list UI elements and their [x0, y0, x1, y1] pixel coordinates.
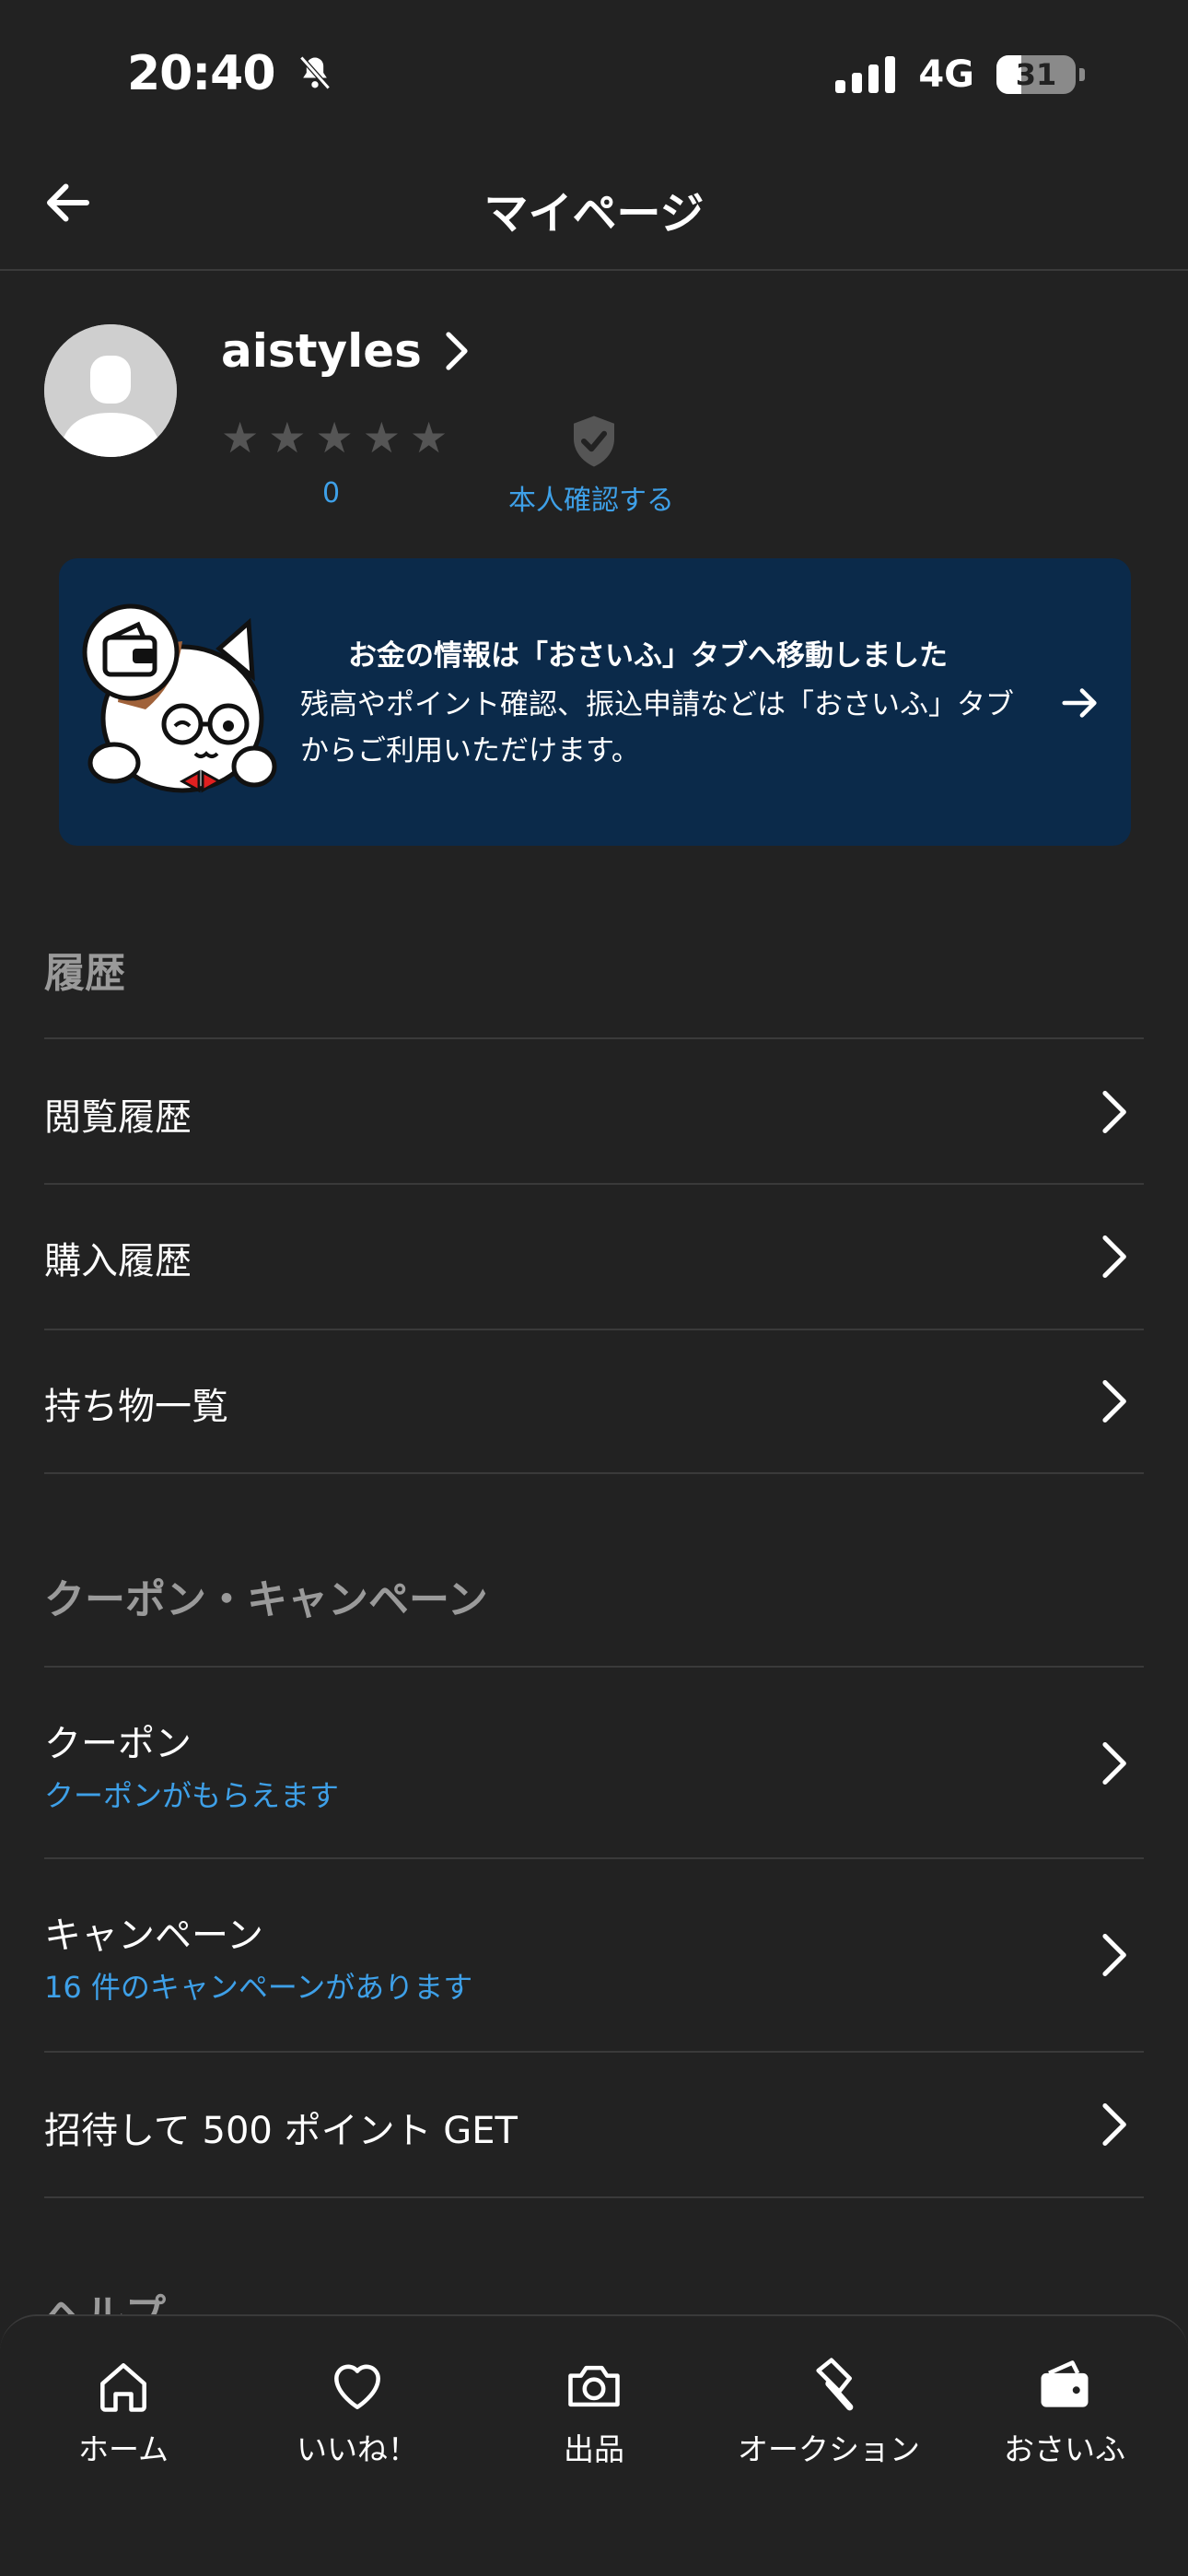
arrow-right-icon	[1062, 688, 1097, 718]
row-label: キャンペーン	[44, 1914, 263, 1957]
tab-sell[interactable]: 出品	[483, 2355, 705, 2469]
star-icon: ★	[268, 413, 307, 463]
tab-home[interactable]: ホーム	[13, 2355, 234, 2469]
chevron-right-icon	[1102, 1235, 1126, 1278]
wallet-icon	[1041, 2360, 1089, 2407]
home-icon	[100, 2363, 146, 2412]
divider	[44, 2196, 1144, 2198]
row-label: 閲覧履歴	[44, 1096, 192, 1139]
divider	[44, 1472, 1144, 1474]
username-link[interactable]: aistyles	[221, 324, 470, 378]
default-user-icon	[44, 324, 177, 457]
signal-icon	[835, 56, 896, 93]
row-label: 招待して 500 ポイント GET	[44, 2110, 518, 2152]
gavel-icon	[816, 2358, 854, 2411]
avatar[interactable]	[44, 324, 177, 457]
status-time: 20:40	[127, 46, 335, 101]
page-title: マイページ	[483, 188, 705, 240]
row-label: 購入履歴	[44, 1240, 192, 1282]
star-icon: ★	[362, 413, 401, 463]
chevron-right-icon	[1102, 1091, 1126, 1133]
tab-auction[interactable]: オークション	[718, 2355, 939, 2469]
chevron-right-icon	[446, 332, 468, 370]
network-type: 4G	[918, 53, 974, 96]
mascot-cat-icon	[82, 603, 277, 793]
chevron-right-icon	[1102, 1934, 1126, 1976]
rating-count[interactable]: 0	[322, 477, 340, 509]
chevron-right-icon	[1102, 1380, 1126, 1423]
section-title-coupons: クーポン・キャンペーン	[44, 1576, 488, 1623]
tab-wallet[interactable]: おさいふ	[954, 2355, 1175, 2469]
row-subtitle: クーポンがもらえます	[44, 1778, 340, 1813]
row-label: 持ち物一覧	[44, 1386, 228, 1428]
username: aistyles	[221, 324, 422, 378]
status-indicators: 4G 31	[835, 53, 1085, 96]
banner-body: 残高やポイント確認、振込申請などは「おさいふ」タブからご利用いただけます。	[300, 688, 1014, 767]
star-icon: ★	[221, 413, 260, 463]
header-divider	[0, 269, 1188, 271]
shield-check-icon[interactable]	[564, 411, 624, 472]
chevron-right-icon	[1102, 2103, 1126, 2146]
tab-likes[interactable]: いいね！	[247, 2355, 468, 2469]
star-icon: ★	[315, 413, 354, 463]
star-icon: ★	[410, 413, 448, 463]
verify-identity-link[interactable]: 本人確認する	[508, 477, 674, 518]
chevron-right-icon	[1102, 1742, 1126, 1785]
heart-icon	[334, 2364, 380, 2409]
section-title-history: 履歴	[44, 950, 125, 997]
banner-title: お金の情報は「おさいふ」タブへ移動しました	[348, 639, 948, 673]
row-subtitle: 16 件のキャンペーンがあります	[44, 1970, 473, 2005]
battery-icon: 31	[996, 55, 1076, 94]
row-label: クーポン	[44, 1723, 192, 1765]
bell-slash-icon	[298, 55, 331, 90]
rating-stars[interactable]: ★ ★ ★ ★ ★	[221, 416, 448, 459]
camera-icon	[568, 2365, 620, 2407]
